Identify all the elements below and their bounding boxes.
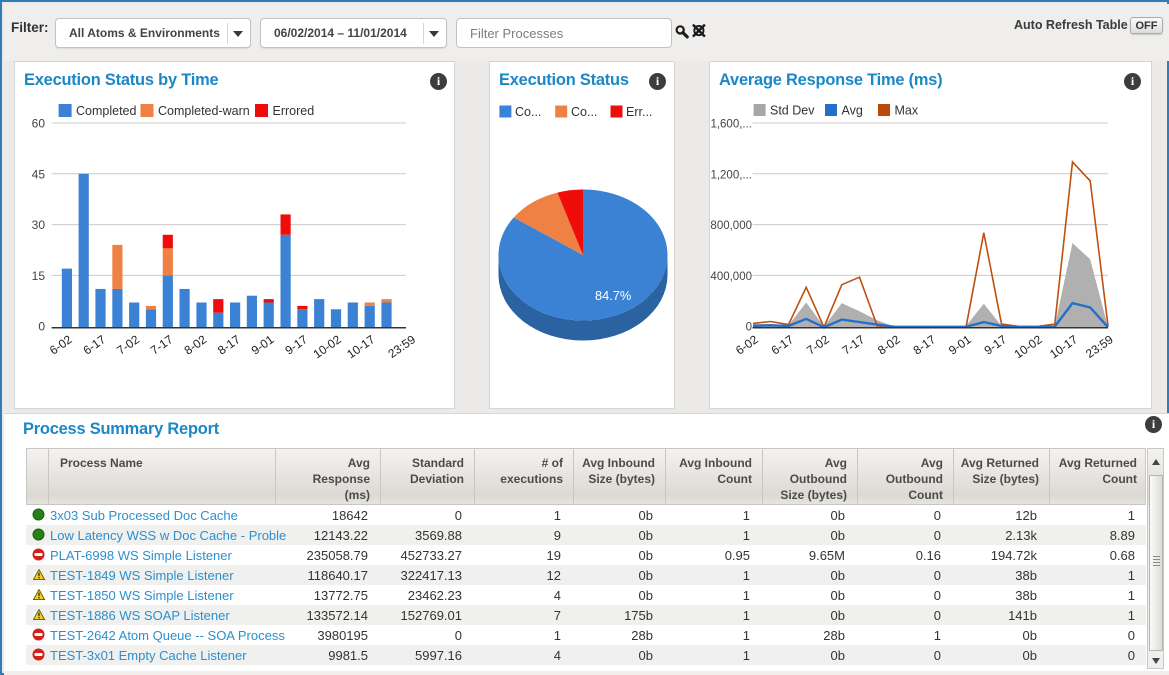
svg-text:9-17: 9-17 bbox=[282, 332, 310, 357]
svg-text:7-02: 7-02 bbox=[804, 332, 832, 357]
svg-text:0: 0 bbox=[746, 322, 752, 334]
svg-text:Std Dev: Std Dev bbox=[770, 104, 815, 118]
svg-text:10-17: 10-17 bbox=[344, 332, 377, 361]
svg-text:60: 60 bbox=[32, 117, 46, 131]
svg-text:8-02: 8-02 bbox=[875, 332, 903, 357]
svg-text:6-17: 6-17 bbox=[769, 332, 797, 357]
svg-text:7-17: 7-17 bbox=[840, 332, 868, 357]
svg-text:8-02: 8-02 bbox=[182, 332, 210, 357]
svg-text:Average Response Time (ms): Average Response Time (ms) bbox=[719, 71, 942, 89]
svg-text:Co...: Co... bbox=[515, 105, 541, 119]
svg-text:7-02: 7-02 bbox=[114, 332, 142, 357]
svg-text:400,000: 400,000 bbox=[710, 271, 752, 283]
svg-text:9-01: 9-01 bbox=[946, 332, 974, 357]
svg-text:1,600,...: 1,600,... bbox=[710, 119, 752, 131]
svg-text:23:59: 23:59 bbox=[1083, 332, 1116, 361]
svg-text:10-02: 10-02 bbox=[1012, 332, 1045, 361]
svg-text:10-17: 10-17 bbox=[1047, 332, 1080, 361]
svg-text:Avg: Avg bbox=[842, 104, 863, 118]
svg-text:Execution Status: Execution Status bbox=[499, 71, 629, 89]
svg-text:6-02: 6-02 bbox=[47, 332, 75, 357]
svg-text:6-02: 6-02 bbox=[733, 332, 761, 357]
svg-text:0: 0 bbox=[38, 320, 45, 334]
svg-text:10-02: 10-02 bbox=[311, 332, 344, 361]
svg-text:84.7%: 84.7% bbox=[595, 288, 631, 303]
svg-text:800,000: 800,000 bbox=[710, 220, 752, 232]
svg-text:Execution Status by Time: Execution Status by Time bbox=[24, 71, 218, 89]
svg-text:15: 15 bbox=[32, 269, 46, 283]
svg-text:9-01: 9-01 bbox=[249, 332, 277, 357]
svg-text:7-17: 7-17 bbox=[148, 332, 176, 357]
svg-text:6-17: 6-17 bbox=[81, 332, 109, 357]
svg-text:1,200,...: 1,200,... bbox=[710, 169, 752, 181]
svg-text:Completed: Completed bbox=[76, 104, 136, 118]
svg-text:Err...: Err... bbox=[626, 105, 652, 119]
svg-text:45: 45 bbox=[32, 167, 46, 181]
svg-text:30: 30 bbox=[32, 218, 46, 232]
svg-text:9-17: 9-17 bbox=[982, 332, 1010, 357]
svg-text:8-17: 8-17 bbox=[911, 332, 939, 357]
svg-text:Co...: Co... bbox=[571, 105, 597, 119]
svg-text:8-17: 8-17 bbox=[215, 332, 243, 357]
svg-text:Errored: Errored bbox=[273, 104, 315, 118]
svg-text:Max: Max bbox=[895, 104, 919, 118]
svg-text:23:59: 23:59 bbox=[385, 332, 418, 361]
svg-text:Completed-warn: Completed-warn bbox=[158, 104, 250, 118]
